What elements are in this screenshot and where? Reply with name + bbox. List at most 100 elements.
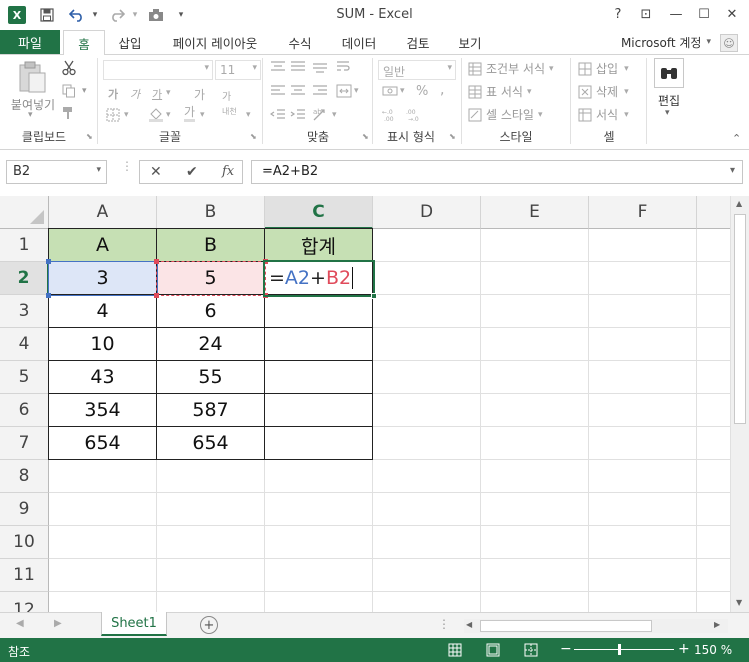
copy-dropdown-icon[interactable]: ▾: [82, 86, 87, 96]
cell-b6[interactable]: 587: [157, 394, 265, 427]
underline-dropdown-icon[interactable]: ▾: [166, 88, 171, 98]
cancel-entry-button[interactable]: ✕: [150, 164, 162, 180]
merge-dropdown-icon[interactable]: ▾: [354, 86, 359, 96]
insert-cells-button[interactable]: 삽입 ▾: [578, 60, 629, 77]
cell-a7[interactable]: 654: [49, 427, 157, 460]
tab-home[interactable]: 홈: [63, 30, 105, 55]
tab-formulas[interactable]: 수식: [280, 30, 320, 54]
column-header-d[interactable]: D: [373, 196, 481, 229]
format-cells-button[interactable]: 서식 ▾: [578, 106, 629, 123]
delete-cells-button[interactable]: 삭제 ▾: [578, 83, 629, 100]
find-binoculars-icon[interactable]: [654, 58, 684, 88]
column-header-a[interactable]: A: [49, 196, 157, 229]
scroll-sheets-right-icon[interactable]: ▶: [54, 618, 62, 629]
scroll-left-icon[interactable]: ◀: [466, 620, 472, 629]
row-header-12[interactable]: 12: [0, 592, 49, 612]
cell-a3[interactable]: 4: [49, 295, 157, 328]
horizontal-scroll-thumb[interactable]: [480, 620, 652, 632]
scroll-sheets-left-icon[interactable]: ◀: [16, 618, 24, 629]
cell-c7[interactable]: [265, 427, 373, 460]
tab-split-grip-icon[interactable]: ⋮: [438, 617, 450, 631]
percent-button[interactable]: %: [416, 84, 428, 99]
align-middle-icon[interactable]: [290, 60, 306, 77]
bold-button[interactable]: 가: [108, 86, 118, 102]
tab-view[interactable]: 보기: [452, 30, 488, 54]
column-header-g[interactable]: [697, 196, 730, 229]
normal-view-icon[interactable]: [448, 643, 462, 660]
number-launcher-icon[interactable]: ⬊: [449, 132, 456, 141]
name-box[interactable]: B2 ▾: [6, 160, 107, 184]
tab-data[interactable]: 데이터: [336, 30, 382, 54]
orientation-icon[interactable]: ab: [312, 106, 330, 125]
format-as-table-button[interactable]: 표 서식 ▾: [468, 83, 531, 100]
vertical-scroll-thumb[interactable]: [734, 214, 746, 424]
align-top-icon[interactable]: [270, 60, 286, 77]
align-bottom-icon[interactable]: [312, 60, 328, 77]
maximize-button[interactable]: ☐: [692, 4, 716, 24]
tab-review[interactable]: 검토: [398, 30, 438, 54]
add-sheet-button[interactable]: +: [200, 616, 218, 634]
column-header-f[interactable]: F: [589, 196, 697, 229]
row-header-6[interactable]: 6: [0, 394, 49, 427]
borders-icon[interactable]: [106, 108, 120, 125]
currency-icon[interactable]: [382, 84, 398, 101]
cell-a1[interactable]: A: [49, 229, 157, 262]
underline-button[interactable]: 가: [152, 86, 162, 102]
account-menu[interactable]: Microsoft 계정 ▾: [621, 30, 711, 54]
minimize-button[interactable]: —: [664, 4, 688, 24]
borders-dropdown-icon[interactable]: ▾: [124, 110, 129, 120]
phonetic-button[interactable]: 내천: [222, 106, 237, 117]
editing-button[interactable]: 편집: [650, 92, 688, 109]
help-icon[interactable]: ?: [606, 4, 630, 24]
clipboard-launcher-icon[interactable]: ⬊: [86, 132, 93, 141]
currency-dropdown-icon[interactable]: ▾: [400, 86, 405, 96]
paste-icon[interactable]: [17, 60, 47, 94]
tab-file[interactable]: 파일: [0, 30, 60, 54]
row-header-11[interactable]: 11: [0, 559, 49, 592]
editing-dropdown-icon[interactable]: ▾: [665, 108, 670, 118]
cell-c5[interactable]: [265, 361, 373, 394]
merge-center-icon[interactable]: [336, 84, 352, 101]
fill-handle[interactable]: [371, 293, 377, 299]
paste-dropdown-icon[interactable]: ▾: [28, 110, 33, 120]
confirm-entry-button[interactable]: ✔: [186, 164, 198, 180]
align-left-icon[interactable]: [270, 84, 286, 101]
row-header-7[interactable]: 7: [0, 427, 49, 460]
comma-button[interactable]: ,: [440, 82, 444, 98]
row-header-1[interactable]: 1: [0, 229, 49, 262]
row-header-9[interactable]: 9: [0, 493, 49, 526]
select-all-corner[interactable]: [0, 196, 49, 229]
cell-b2[interactable]: 5: [157, 262, 265, 295]
row-header-4[interactable]: 4: [0, 328, 49, 361]
scroll-down-icon[interactable]: ▼: [736, 598, 742, 607]
italic-button[interactable]: 가: [130, 86, 140, 102]
collapse-ribbon-icon[interactable]: ⌃: [732, 132, 741, 145]
font-color-icon[interactable]: 가: [184, 106, 196, 122]
increase-indent-icon[interactable]: [290, 108, 306, 125]
font-name-dropdown[interactable]: ▾: [103, 60, 213, 80]
cell-a2[interactable]: 3: [49, 262, 157, 295]
zoom-slider[interactable]: [574, 644, 674, 655]
cell-b4[interactable]: 24: [157, 328, 265, 361]
cell-a5[interactable]: 43: [49, 361, 157, 394]
vertical-scrollbar[interactable]: ▲ ▼: [730, 196, 749, 612]
number-format-dropdown[interactable]: 일반 ▾: [378, 60, 456, 80]
wrap-text-icon[interactable]: [336, 60, 352, 77]
cell-b3[interactable]: 6: [157, 295, 265, 328]
fill-color-icon[interactable]: [148, 106, 164, 125]
cell-b7[interactable]: 654: [157, 427, 265, 460]
shrink-font-button[interactable]: 가: [222, 88, 231, 103]
orientation-dropdown-icon[interactable]: ▾: [332, 110, 337, 120]
font-launcher-icon[interactable]: ⬊: [250, 132, 257, 141]
cell-c3[interactable]: [265, 295, 373, 328]
cell-b1[interactable]: B: [157, 229, 265, 262]
decrease-decimal-icon[interactable]: .00 →.0: [406, 108, 426, 125]
cell-a6[interactable]: 354: [49, 394, 157, 427]
expand-formula-bar-icon[interactable]: ▾: [730, 165, 735, 176]
font-color-dropdown-icon[interactable]: ▾: [200, 110, 205, 120]
cell-c2[interactable]: = A2 + B2: [265, 262, 373, 295]
zoom-slider-thumb[interactable]: [618, 644, 621, 655]
scroll-up-icon[interactable]: ▲: [736, 199, 742, 208]
ribbon-display-icon[interactable]: ⊡: [634, 4, 658, 24]
account-avatar-icon[interactable]: ☺: [720, 34, 738, 52]
